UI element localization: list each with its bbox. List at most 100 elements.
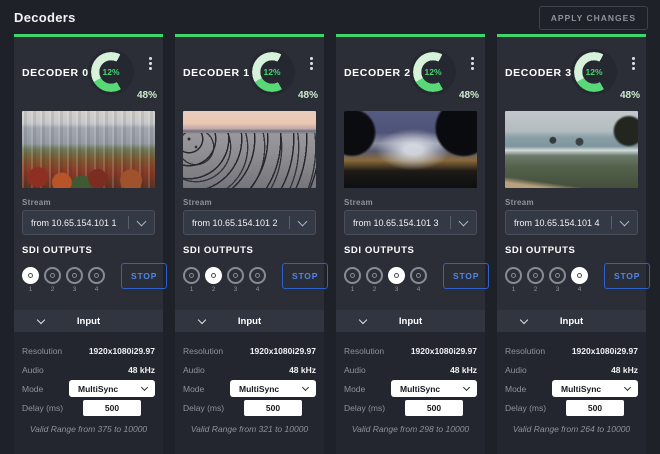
resolution-value: 1920x1080i29.97 [411,346,477,356]
mode-select-value: MultiSync [391,384,440,394]
sdi-output-4[interactable]: 4 [249,267,266,293]
stream-select[interactable]: from 10.65.154.101 2 [183,210,316,235]
sdi-output-4[interactable]: 4 [410,267,427,293]
chevron-down-icon [459,216,469,226]
delay-input[interactable] [405,400,463,416]
sdi-outputs-title: SDI OUTPUTS [344,245,477,256]
kebab-menu-icon[interactable] [627,55,639,72]
sdi-outputs-title: SDI OUTPUTS [22,245,155,256]
delay-row: Delay (ms) [183,398,316,417]
stream-label: Stream [183,198,316,207]
mode-row: Mode MultiSync [505,379,638,398]
sdi-output-2[interactable]: 2 [205,267,222,293]
mode-label: Mode [344,384,365,394]
sdi-output-number: 2 [534,286,538,293]
sdi-connector-icon [549,267,566,284]
audio-row: Audio 48 kHz [22,360,155,379]
stream-select[interactable]: from 10.65.154.101 1 [22,210,155,235]
kebab-menu-icon[interactable] [305,55,317,72]
kebab-menu-icon[interactable] [466,55,478,72]
chevron-down-icon [624,384,631,391]
delay-input[interactable] [566,400,624,416]
sdi-connector-icon [183,267,200,284]
resolution-value: 1920x1080i29.97 [89,346,155,356]
video-thumbnail [344,111,477,188]
resolution-value: 1920x1080i29.97 [250,346,316,356]
stream-select-value: from 10.65.154.101 4 [506,218,611,228]
sdi-output-1[interactable]: 1 [22,267,39,293]
resolution-label: Resolution [505,346,545,356]
sdi-output-4[interactable]: 4 [571,267,588,293]
sdi-output-number: 1 [190,286,194,293]
decoder-card: DECODER 2 12% 48% Stream from 10.65.154.… [336,34,485,454]
mode-select[interactable]: MultiSync [391,380,477,397]
sdi-output-number: 2 [373,286,377,293]
sdi-output-number: 4 [95,286,99,293]
sdi-output-1[interactable]: 1 [505,267,522,293]
decoder-card: DECODER 1 12% 48% Stream from 10.65.154.… [175,34,324,454]
sdi-connectors: 1 2 3 4 [344,267,427,293]
top-bar: Decoders APPLY CHANGES [0,0,660,34]
gauge-percent-label: 12% [571,49,617,95]
sdi-output-2[interactable]: 2 [44,267,61,293]
sdi-output-4[interactable]: 4 [88,267,105,293]
stream-select[interactable]: from 10.65.154.101 3 [344,210,477,235]
stop-button[interactable]: STOP [121,263,167,289]
audio-value: 48 kHz [450,365,477,375]
sdi-output-1[interactable]: 1 [183,267,200,293]
stop-button[interactable]: STOP [604,263,650,289]
mode-select[interactable]: MultiSync [69,380,155,397]
mode-select[interactable]: MultiSync [230,380,316,397]
sdi-output-3[interactable]: 3 [549,267,566,293]
gauge-percent-label: 12% [410,49,456,95]
valid-range-hint: Valid Range from 298 to 10000 [344,424,477,434]
sdi-connector-icon [388,267,405,284]
chevron-down-icon [298,216,308,226]
input-section-header[interactable]: Input [336,310,485,332]
stop-button[interactable]: STOP [443,263,489,289]
sdi-output-3[interactable]: 3 [388,267,405,293]
kebab-menu-icon[interactable] [144,55,156,72]
apply-changes-button[interactable]: APPLY CHANGES [539,6,648,30]
mode-select[interactable]: MultiSync [552,380,638,397]
sdi-output-2[interactable]: 2 [366,267,383,293]
audio-label: Audio [344,365,366,375]
select-divider [128,216,129,229]
sdi-output-number: 1 [512,286,516,293]
audio-row: Audio 48 kHz [505,360,638,379]
resolution-row: Resolution 1920x1080i29.97 [22,341,155,360]
input-section-header[interactable]: Input [14,310,163,332]
stream-select-value: from 10.65.154.101 1 [23,218,128,228]
sdi-output-2[interactable]: 2 [527,267,544,293]
decoder-card-header: DECODER 1 12% 48% [175,37,324,109]
gauge-percent-label: 12% [249,49,295,95]
sdi-output-number: 3 [395,286,399,293]
sdi-output-number: 1 [351,286,355,293]
mode-label: Mode [183,384,204,394]
input-section-header[interactable]: Input [175,310,324,332]
usage-gauge: 12% [88,49,134,95]
sdi-output-number: 2 [212,286,216,293]
delay-input[interactable] [83,400,141,416]
sdi-output-1[interactable]: 1 [344,267,361,293]
input-section-header[interactable]: Input [497,310,646,332]
sdi-connector-icon [527,267,544,284]
delay-label: Delay (ms) [505,403,546,413]
select-divider [289,216,290,229]
decoder-cards-row: DECODER 0 12% 48% Stream from 10.65.154.… [14,34,646,454]
select-divider [450,216,451,229]
decoder-title: DECODER 3 [505,67,572,79]
sdi-outputs-section: SDI OUTPUTS 1 2 3 [183,245,316,299]
decoder-card-header: DECODER 0 12% 48% [14,37,163,109]
audio-value: 48 kHz [289,365,316,375]
sdi-connectors: 1 2 3 4 [183,267,266,293]
sdi-output-3[interactable]: 3 [66,267,83,293]
sdi-output-number: 3 [73,286,77,293]
stop-button[interactable]: STOP [282,263,328,289]
sdi-output-3[interactable]: 3 [227,267,244,293]
decoder-card-header: DECODER 2 12% 48% [336,37,485,109]
mode-select-value: MultiSync [230,384,279,394]
sdi-connector-icon [227,267,244,284]
delay-input[interactable] [244,400,302,416]
stream-select[interactable]: from 10.65.154.101 4 [505,210,638,235]
